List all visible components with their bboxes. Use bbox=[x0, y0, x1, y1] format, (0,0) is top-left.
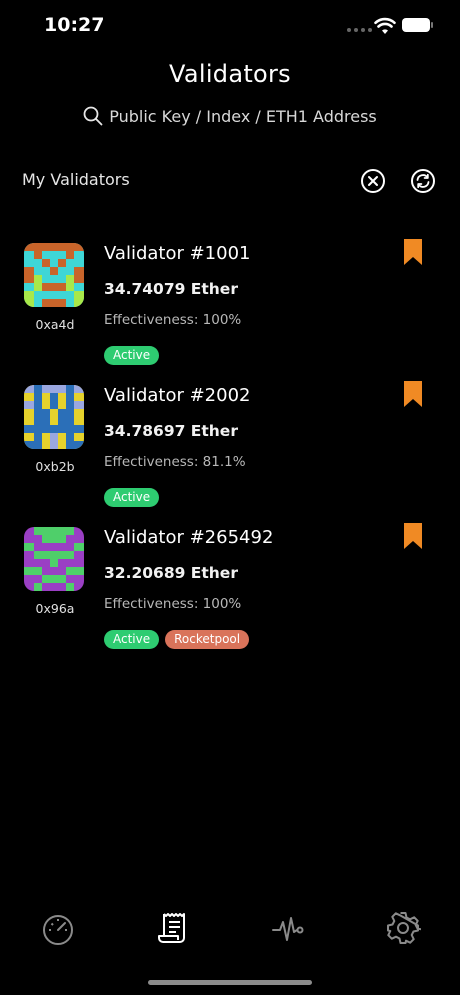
validator-balance: 32.20689 Ether bbox=[104, 564, 238, 582]
bookmark-icon[interactable] bbox=[404, 523, 422, 549]
status-bar: 10:27 bbox=[0, 0, 460, 50]
validator-identicon bbox=[24, 527, 84, 591]
clear-validators-button[interactable] bbox=[360, 168, 386, 194]
validator-name: Validator #2002 bbox=[104, 385, 251, 406]
validator-card[interactable]: 0xb2b Validator #2002 34.78697 Ether Eff… bbox=[0, 381, 460, 525]
validator-identicon bbox=[24, 385, 84, 449]
my-validators-label: My Validators bbox=[22, 170, 130, 189]
validator-badges: Active bbox=[104, 488, 160, 507]
status-badge-rocketpool: Rocketpool bbox=[165, 630, 250, 649]
validator-name: Validator #265492 bbox=[104, 527, 274, 548]
validator-short-key: 0xb2b bbox=[35, 459, 75, 474]
tab-validators[interactable] bbox=[155, 910, 191, 946]
search-icon bbox=[83, 106, 103, 126]
page-title: Validators bbox=[168, 60, 291, 88]
validator-effectiveness: Effectiveness: 81.1% bbox=[104, 454, 246, 470]
validator-balance: 34.74079 Ether bbox=[104, 280, 238, 298]
status-badge-active: Active bbox=[104, 346, 160, 365]
battery-icon bbox=[402, 18, 433, 32]
validator-effectiveness: Effectiveness: 100% bbox=[104, 596, 242, 612]
search-placeholder: Public Key / Index / ETH1 Address bbox=[109, 106, 377, 126]
validator-short-key: 0xa4d bbox=[35, 317, 75, 332]
status-time: 10:27 bbox=[44, 14, 105, 36]
status-badge-active: Active bbox=[104, 630, 160, 649]
validator-identicon bbox=[24, 243, 84, 307]
wifi-icon bbox=[374, 17, 396, 34]
bookmark-icon[interactable] bbox=[404, 381, 422, 407]
dashboard-gauge-icon bbox=[43, 915, 73, 945]
status-badge-active: Active bbox=[104, 488, 160, 507]
cellular-signal-icon bbox=[347, 28, 372, 32]
activity-pulse-icon bbox=[272, 917, 304, 941]
validator-short-key: 0x96a bbox=[35, 601, 75, 616]
tab-activity[interactable] bbox=[270, 910, 306, 946]
validator-balance: 34.78697 Ether bbox=[104, 422, 238, 440]
settings-gear-icon bbox=[387, 912, 423, 944]
validator-badges: Active bbox=[104, 346, 160, 365]
bookmark-icon[interactable] bbox=[404, 239, 422, 265]
validator-badges: Active Rocketpool bbox=[104, 630, 250, 649]
tab-bar bbox=[0, 910, 460, 954]
validator-card[interactable]: 0xa4d Validator #1001 34.74079 Ether Eff… bbox=[0, 239, 460, 383]
tab-settings[interactable] bbox=[385, 910, 423, 946]
search-bar[interactable]: Public Key / Index / ETH1 Address bbox=[0, 106, 460, 126]
refresh-button[interactable] bbox=[410, 168, 436, 194]
tab-dashboard[interactable] bbox=[40, 910, 76, 946]
validator-effectiveness: Effectiveness: 100% bbox=[104, 312, 242, 328]
validator-card[interactable]: 0x96a Validator #265492 32.20689 Ether E… bbox=[0, 523, 460, 667]
validator-name: Validator #1001 bbox=[104, 243, 251, 264]
home-indicator bbox=[148, 980, 312, 985]
receipt-list-icon bbox=[158, 913, 185, 943]
